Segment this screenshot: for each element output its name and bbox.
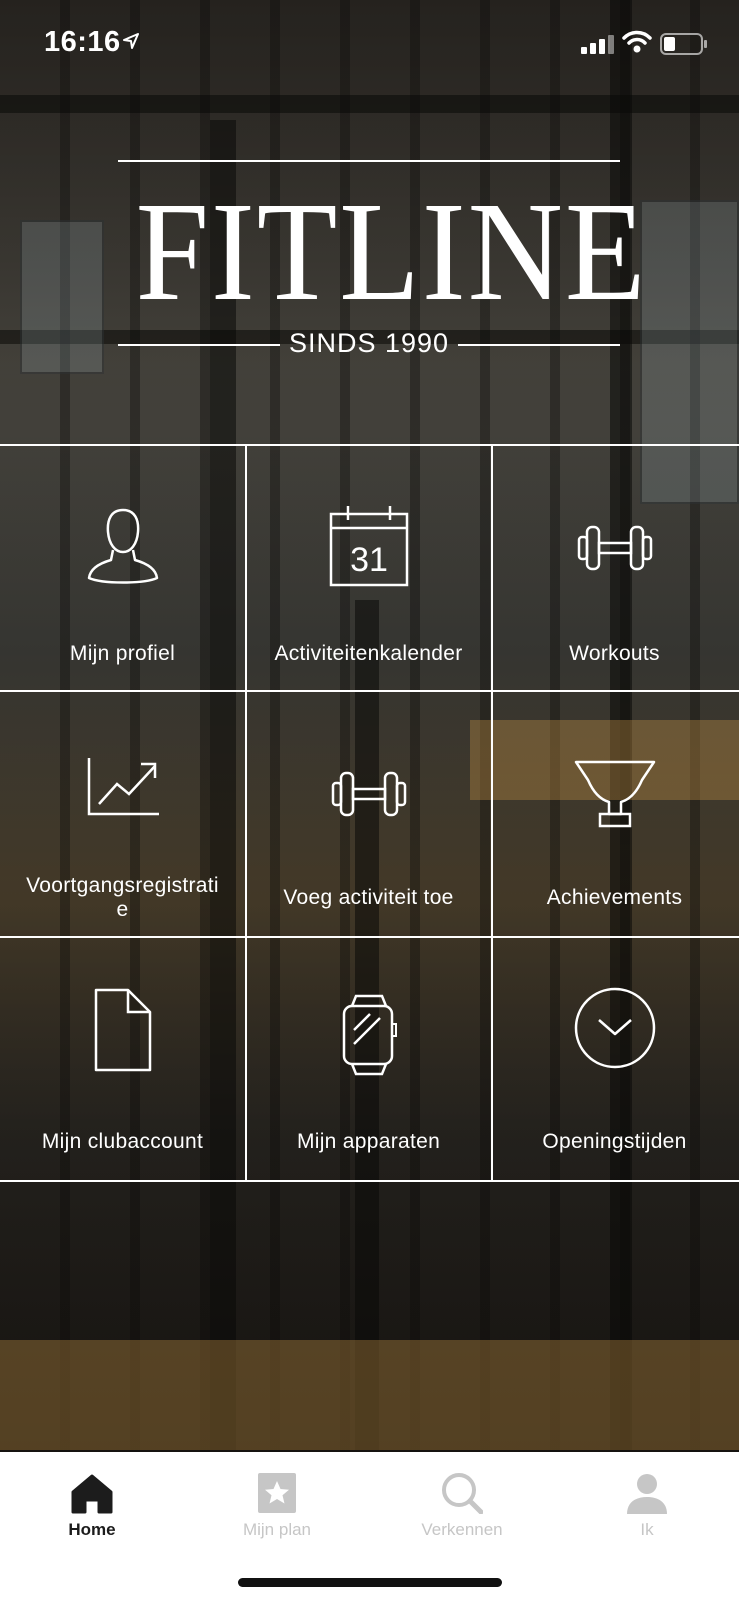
calendar-day-number: 31 xyxy=(350,541,388,579)
tile-achievements[interactable]: Achievements xyxy=(492,692,737,936)
tab-home[interactable]: Home xyxy=(0,1462,184,1562)
tab-label: Mijn plan xyxy=(242,1520,312,1539)
smartwatch-icon xyxy=(246,994,491,1076)
dumbbell-icon xyxy=(246,770,491,818)
tab-label: Verkennen xyxy=(421,1520,503,1539)
fitline-logo: FITLINE SINDS 1990 xyxy=(118,160,648,370)
status-time: 16:16 xyxy=(44,26,121,58)
tile-label: Mijn clubaccount xyxy=(41,1130,204,1153)
tile-label: Voortgangsregistrati e xyxy=(26,874,219,921)
plan-star-icon xyxy=(185,1462,369,1514)
tile-mijn-clubaccount[interactable]: Mijn clubaccount xyxy=(0,938,245,1182)
home-icon xyxy=(0,1462,184,1514)
calendar-icon: 31 xyxy=(246,504,491,588)
tile-label: Activiteitenkalender xyxy=(274,642,463,665)
battery-icon xyxy=(660,33,708,60)
user-icon xyxy=(555,1462,739,1514)
trophy-icon xyxy=(492,760,737,830)
tile-voeg-activiteit-toe[interactable]: Voeg activiteit toe xyxy=(246,692,491,936)
clock-chevron-icon xyxy=(492,986,737,1070)
search-icon xyxy=(370,1462,554,1514)
tile-activiteitenkalender[interactable]: 31 Activiteitenkalender xyxy=(246,446,491,690)
progress-chart-icon xyxy=(0,758,245,816)
home-indicator xyxy=(238,1578,502,1587)
wifi-icon xyxy=(622,30,652,59)
tile-workouts[interactable]: Workouts xyxy=(492,446,737,690)
tile-openingstijden[interactable]: Openingstijden xyxy=(492,938,737,1182)
logo-tagline: SINDS 1990 xyxy=(288,328,450,358)
tile-label: Voeg activiteit toe xyxy=(283,886,454,909)
tile-mijn-profiel[interactable]: Mijn profiel xyxy=(0,446,245,690)
dumbbell-icon xyxy=(492,524,737,572)
logo-brand: FITLINE xyxy=(135,172,648,330)
location-arrow-icon xyxy=(122,32,140,55)
tile-label: Mijn apparaten xyxy=(296,1130,441,1153)
tab-mijn-plan[interactable]: Mijn plan xyxy=(185,1462,369,1562)
user-silhouette-icon xyxy=(0,506,245,586)
document-icon xyxy=(0,988,245,1072)
tab-label: Home xyxy=(68,1520,116,1539)
tab-verkennen[interactable]: Verkennen xyxy=(370,1462,554,1562)
tile-mijn-apparaten[interactable]: Mijn apparaten xyxy=(246,938,491,1182)
tile-label: Workouts xyxy=(569,642,660,665)
tile-label: Achievements xyxy=(546,886,683,909)
tile-label: Openingstijden xyxy=(542,1130,687,1153)
cellular-signal-icon xyxy=(581,34,615,59)
tile-label: Mijn profiel xyxy=(69,642,176,665)
tile-voortgangsregistratie[interactable]: Voortgangsregistrati e xyxy=(0,692,245,936)
status-bar: 16:16 xyxy=(0,0,739,88)
menu-grid: Mijn profiel 31 Activiteitenkalender Wor… xyxy=(0,444,739,1182)
tab-ik[interactable]: Ik xyxy=(555,1462,739,1562)
tab-label: Ik xyxy=(640,1520,654,1539)
